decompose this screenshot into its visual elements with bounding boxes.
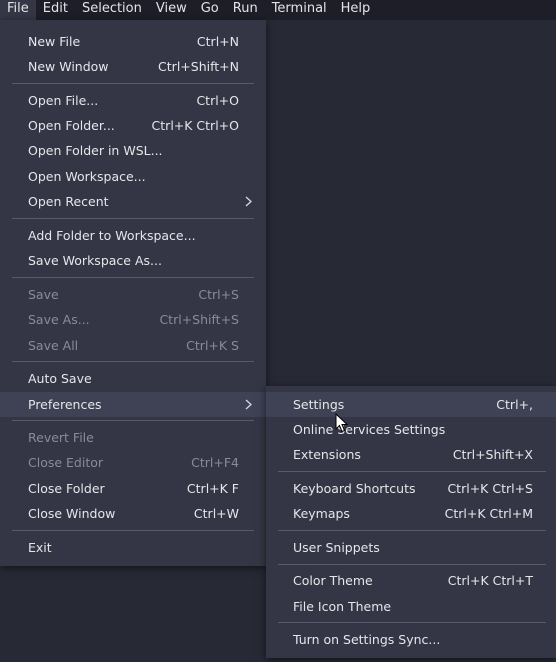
menu-item-revert-file[interactable]: Revert File [0, 425, 266, 450]
menu-item-shortcut: Ctrl+K Ctrl+S [447, 481, 533, 496]
menu-item-extensions[interactable]: Extensions Ctrl+Shift+X [266, 442, 556, 467]
menu-separator [12, 83, 254, 84]
menu-item-label: Save All [28, 338, 79, 353]
menu-item-open-recent[interactable]: Open Recent [0, 189, 266, 214]
menu-item-color-theme[interactable]: Color Theme Ctrl+K Ctrl+T [266, 568, 556, 593]
menu-item-label: Open Workspace... [28, 169, 146, 184]
menu-item-label: Turn on Settings Sync... [293, 632, 441, 647]
menu-item-label: Auto Save [28, 371, 92, 386]
menu-item-save-as[interactable]: Save As... Ctrl+Shift+S [0, 307, 266, 332]
menu-separator [12, 420, 254, 421]
menu-item-shortcut: Ctrl+Shift+N [158, 59, 239, 74]
menu-item-online-services-settings[interactable]: Online Services Settings [266, 417, 556, 442]
file-menu: New File Ctrl+N New Window Ctrl+Shift+N … [0, 20, 266, 566]
menu-item-save[interactable]: Save Ctrl+S [0, 282, 266, 307]
menubar-view[interactable]: View [149, 0, 194, 20]
menu-item-label: Save Workspace As... [28, 253, 162, 268]
menu-item-save-all[interactable]: Save All Ctrl+K S [0, 333, 266, 358]
menu-item-exit[interactable]: Exit [0, 535, 266, 560]
menu-item-close-editor[interactable]: Close Editor Ctrl+F4 [0, 450, 266, 475]
menu-item-shortcut: Ctrl+K S [186, 338, 239, 353]
menu-item-label: Keymaps [293, 506, 350, 521]
menu-item-label: Preferences [28, 397, 102, 412]
menu-item-shortcut: Ctrl+K Ctrl+O [151, 118, 239, 133]
menu-item-add-folder-to-workspace[interactable]: Add Folder to Workspace... [0, 223, 266, 248]
menu-item-turn-on-settings-sync[interactable]: Turn on Settings Sync... [266, 627, 556, 652]
menu-item-shortcut: Ctrl+, [496, 397, 533, 412]
menu-item-auto-save[interactable]: Auto Save [0, 366, 266, 391]
menu-item-label: Close Window [28, 506, 116, 521]
menubar-edit[interactable]: Edit [36, 0, 75, 20]
menu-item-preferences[interactable]: Preferences [0, 392, 266, 417]
menu-bar: File Edit Selection View Go Run Terminal… [0, 0, 556, 20]
menu-item-label: Open Folder... [28, 118, 115, 133]
chevron-right-icon [245, 196, 252, 207]
menu-item-label: Open Folder in WSL... [28, 143, 163, 158]
menu-item-label: Add Folder to Workspace... [28, 228, 196, 243]
menu-item-label: Revert File [28, 430, 94, 445]
menu-item-label: Online Services Settings [293, 422, 446, 437]
menubar-terminal[interactable]: Terminal [265, 0, 334, 20]
menu-separator [278, 530, 546, 531]
menu-item-open-folder-wsl[interactable]: Open Folder in WSL... [0, 138, 266, 163]
menu-item-label: Open Recent [28, 194, 109, 209]
menu-item-shortcut: Ctrl+Shift+X [452, 447, 533, 462]
menu-item-shortcut: Ctrl+K Ctrl+M [444, 506, 533, 521]
menu-item-shortcut: Ctrl+K Ctrl+T [447, 573, 533, 588]
menubar-help[interactable]: Help [334, 0, 378, 20]
menu-separator [12, 277, 254, 278]
menu-item-open-folder[interactable]: Open Folder... Ctrl+K Ctrl+O [0, 113, 266, 138]
menubar-file[interactable]: File [0, 0, 36, 20]
menu-item-shortcut: Ctrl+S [198, 287, 239, 302]
menu-item-label: Exit [28, 540, 52, 555]
menu-item-new-window[interactable]: New Window Ctrl+Shift+N [0, 54, 266, 79]
preferences-submenu: Settings Ctrl+, Online Services Settings… [266, 386, 556, 658]
menu-item-label: Close Folder [28, 481, 105, 496]
chevron-right-icon [245, 399, 252, 410]
menu-item-label: Settings [293, 397, 345, 412]
menu-item-shortcut: Ctrl+W [193, 506, 239, 521]
menu-item-open-workspace[interactable]: Open Workspace... [0, 164, 266, 189]
menu-item-label: File Icon Theme [293, 599, 392, 614]
menu-separator [278, 471, 546, 472]
menu-item-label: Color Theme [293, 573, 373, 588]
menu-item-shortcut: Ctrl+Shift+S [159, 312, 239, 327]
menu-item-keymaps[interactable]: Keymaps Ctrl+K Ctrl+M [266, 501, 556, 526]
menu-item-shortcut: Ctrl+O [196, 93, 239, 108]
menubar-selection[interactable]: Selection [75, 0, 149, 20]
menu-item-open-file[interactable]: Open File... Ctrl+O [0, 88, 266, 113]
menu-item-label: Save As... [28, 312, 90, 327]
menu-item-file-icon-theme[interactable]: File Icon Theme [266, 594, 556, 619]
menu-item-label: New File [28, 34, 81, 49]
menubar-go[interactable]: Go [194, 0, 226, 20]
menu-item-settings[interactable]: Settings Ctrl+, [266, 392, 556, 417]
menu-separator [12, 361, 254, 362]
menu-item-keyboard-shortcuts[interactable]: Keyboard Shortcuts Ctrl+K Ctrl+S [266, 476, 556, 501]
menu-item-label: Keyboard Shortcuts [293, 481, 416, 496]
menu-item-shortcut: Ctrl+F4 [191, 455, 239, 470]
menu-item-new-file[interactable]: New File Ctrl+N [0, 29, 266, 54]
menu-item-label: Close Editor [28, 455, 104, 470]
menu-item-shortcut: Ctrl+N [196, 34, 239, 49]
menu-item-label: User Snippets [293, 540, 380, 555]
menu-item-user-snippets[interactable]: User Snippets [266, 535, 556, 560]
menu-separator [12, 530, 254, 531]
menu-item-close-window[interactable]: Close Window Ctrl+W [0, 501, 266, 526]
menu-item-shortcut: Ctrl+K F [186, 481, 239, 496]
menu-item-save-workspace-as[interactable]: Save Workspace As... [0, 248, 266, 273]
menu-item-label: Save [28, 287, 59, 302]
menu-item-label: Open File... [28, 93, 99, 108]
menu-separator [278, 564, 546, 565]
menu-separator [12, 218, 254, 219]
menubar-run[interactable]: Run [226, 0, 265, 20]
menu-item-label: New Window [28, 59, 109, 74]
menu-separator [278, 622, 546, 623]
menu-item-close-folder[interactable]: Close Folder Ctrl+K F [0, 476, 266, 501]
menu-item-label: Extensions [293, 447, 361, 462]
